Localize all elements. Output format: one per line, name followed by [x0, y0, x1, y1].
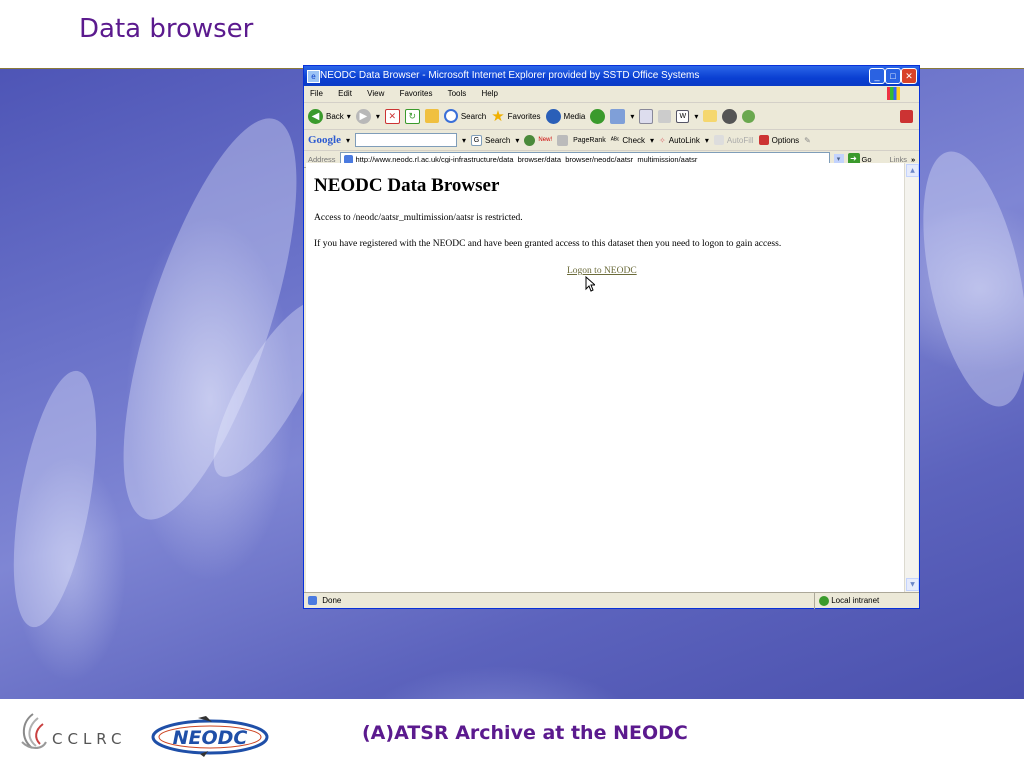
home-button[interactable] [424, 109, 439, 123]
discuss-button[interactable] [722, 108, 738, 124]
done-page-icon [308, 596, 317, 606]
status-text: Done [322, 596, 342, 605]
cclrc-logo-text: CCLRC [52, 730, 127, 748]
check-label: Check [622, 135, 646, 145]
footer-title: (A)ATSR Archive at the NEODC [362, 722, 688, 744]
menu-view[interactable]: View [367, 89, 384, 98]
chevron-down-icon[interactable]: ▾ [347, 112, 351, 121]
refresh-button[interactable]: ↻ [404, 108, 420, 124]
chevron-down-icon[interactable]: ▾ [705, 136, 709, 145]
edit-button[interactable] [658, 109, 672, 123]
chevron-down-icon[interactable]: ▾ [694, 112, 698, 121]
mail-button[interactable] [610, 108, 626, 124]
search-icon [443, 109, 458, 123]
chevron-down-icon[interactable]: ▾ [630, 112, 634, 121]
neodc-logo-text: NEODC [173, 727, 248, 749]
word-icon[interactable]: W [676, 109, 690, 123]
forward-button[interactable]: ▶ [355, 108, 371, 124]
status-bar: Done Local intranet [304, 592, 919, 609]
new-badge: New! [538, 137, 553, 143]
autolink-icon: ✧ [659, 135, 666, 145]
research-button[interactable] [900, 109, 913, 123]
ie-icon: e [307, 70, 320, 83]
autofill-button[interactable]: AutoFill [713, 135, 754, 145]
page-heading: NEODC Data Browser [314, 175, 500, 196]
favorites-label: Favorites [507, 111, 541, 121]
page-content: NEODC Data Browser Access to /neodc/aats… [306, 163, 904, 592]
check-button[interactable]: ᴬᴮᶜ Check [611, 136, 645, 145]
google-search-button[interactable]: G Search [471, 134, 511, 146]
google-toolbar: Google ▾ ▾ G Search ▾ New! PageRank ᴬᴮᶜ … [304, 130, 919, 151]
highlighter-icon[interactable]: ✎ [804, 136, 811, 145]
news-icon[interactable] [557, 134, 569, 146]
autofill-icon [713, 135, 724, 145]
pagerank-indicator: PageRank [573, 136, 606, 144]
chevron-down-icon[interactable]: ▾ [346, 136, 350, 145]
vertical-scrollbar[interactable]: ▲ ▼ [904, 163, 919, 592]
history-button[interactable] [590, 108, 606, 124]
browser-window: e NEODC Data Browser - Microsoft Interne… [303, 65, 920, 609]
google-search-input[interactable] [355, 133, 458, 147]
google-logo[interactable]: Google [308, 134, 341, 146]
star-icon: ★ [491, 108, 505, 125]
maximize-button[interactable]: □ [885, 68, 901, 84]
options-button[interactable]: Options [758, 135, 800, 145]
media-icon [545, 108, 561, 124]
close-button[interactable]: ✕ [901, 68, 917, 84]
window-titlebar: e NEODC Data Browser - Microsoft Interne… [304, 66, 919, 86]
options-icon [758, 135, 769, 145]
search-label: Search [460, 111, 487, 121]
standard-toolbar: ◀ Back ▾ ▶ ▾ ✕ ↻ Search ★ Favorites Medi… [304, 103, 919, 130]
autolink-button[interactable]: ✧ AutoLink [659, 136, 700, 145]
windows-flag-icon [887, 87, 900, 100]
chevron-down-icon[interactable]: ▾ [515, 136, 519, 145]
menu-favorites[interactable]: Favorites [400, 89, 433, 98]
menu-help[interactable]: Help [482, 89, 498, 98]
mouse-cursor-icon [585, 276, 595, 292]
popup-blocker-button[interactable]: New! [524, 134, 553, 146]
menu-tools[interactable]: Tools [448, 89, 467, 98]
chevron-down-icon[interactable]: ▾ [376, 112, 380, 121]
stop-button[interactable]: ✕ [384, 108, 400, 124]
intranet-icon [819, 595, 829, 606]
back-button[interactable]: ◀ Back ▾ [308, 108, 351, 124]
chevron-down-icon[interactable]: ▾ [462, 136, 466, 145]
scroll-up-button[interactable]: ▲ [906, 164, 919, 177]
favorites-button[interactable]: ★ Favorites [491, 107, 540, 125]
scroll-down-button[interactable]: ▼ [906, 578, 919, 591]
slide-title: Data browser [79, 14, 254, 44]
print-button[interactable] [639, 108, 654, 124]
media-button[interactable]: Media [545, 108, 586, 124]
minimize-button[interactable]: _ [869, 68, 885, 84]
autolink-label: AutoLink [668, 135, 700, 145]
menu-file[interactable]: File [310, 89, 323, 98]
back-arrow-icon: ◀ [308, 108, 323, 124]
menu-bar: File Edit View Favorites Tools Help [304, 86, 919, 103]
menu-edit[interactable]: Edit [338, 89, 352, 98]
zone-text: Local intranet [831, 596, 880, 605]
folder-icon[interactable] [703, 110, 718, 122]
restricted-text: Access to /neodc/aatsr_multimission/aats… [314, 213, 523, 223]
cclrc-swirl-icon [21, 713, 47, 749]
google-g-icon: G [471, 134, 483, 146]
zone-indicator: Local intranet [814, 593, 879, 609]
window-title: NEODC Data Browser - Microsoft Internet … [320, 70, 700, 81]
search-button[interactable]: Search [443, 109, 487, 123]
options-label: Options [771, 135, 800, 145]
cclrc-logo: CCLRC [18, 712, 138, 756]
chevron-down-icon[interactable]: ▾ [650, 136, 654, 145]
messenger-button[interactable] [742, 109, 756, 123]
neodc-logo: NEODC [151, 716, 269, 757]
media-label: Media [563, 111, 586, 121]
logon-link[interactable]: Logon to NEODC [567, 266, 637, 276]
autofill-label: AutoFill [726, 135, 754, 145]
popup-icon [524, 134, 536, 146]
google-search-label: Search [485, 135, 511, 145]
info-text: If you have registered with the NEODC an… [314, 239, 782, 249]
spellcheck-icon: ᴬᴮᶜ [610, 136, 620, 144]
back-label: Back [326, 111, 344, 121]
